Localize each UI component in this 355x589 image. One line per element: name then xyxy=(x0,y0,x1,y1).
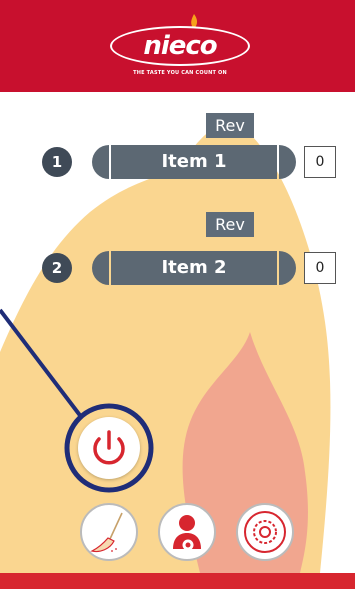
logo-wordmark: nieco xyxy=(110,26,250,66)
power-icon xyxy=(93,430,125,465)
gear-icon xyxy=(244,511,286,553)
item-count-2: 0 xyxy=(304,252,336,284)
logo-tagline: THE TASTE YOU CAN COUNT ON xyxy=(133,70,227,76)
clean-button[interactable] xyxy=(80,503,138,561)
rev-button-1[interactable]: Rev xyxy=(206,113,254,138)
footer-bar xyxy=(0,573,355,589)
item-button-1[interactable]: Item 1 xyxy=(111,145,277,179)
item-button-2[interactable]: Item 2 xyxy=(111,251,277,285)
settings-button[interactable] xyxy=(236,503,294,561)
item-number-badge-2: 2 xyxy=(42,253,72,283)
power-button[interactable] xyxy=(78,417,140,479)
app-screen: nieco THE TASTE YOU CAN COUNT ON Rev 1 I… xyxy=(0,0,355,589)
item-count-1: 0 xyxy=(304,146,336,178)
broom-icon xyxy=(90,512,123,553)
user-gear-icon xyxy=(173,515,201,551)
brand-logo: nieco THE TASTE YOU CAN COUNT ON xyxy=(110,14,250,82)
user-settings-button[interactable] xyxy=(158,503,216,561)
rev-button-2[interactable]: Rev xyxy=(206,212,254,237)
item-number-badge-1: 1 xyxy=(42,147,72,177)
